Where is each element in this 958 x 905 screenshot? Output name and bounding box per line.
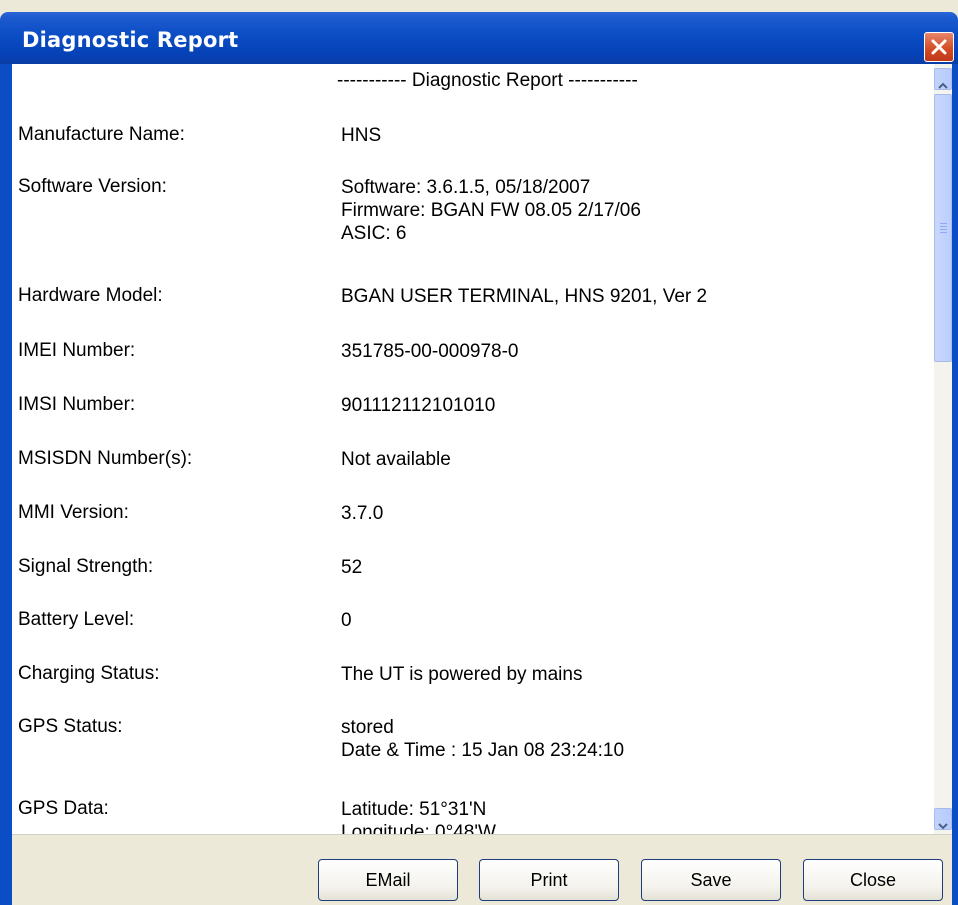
print-button[interactable]: Print — [479, 859, 619, 901]
row-label: Battery Level: — [18, 609, 135, 630]
row-label: IMSI Number: — [18, 394, 136, 415]
title-bar[interactable]: Diagnostic Report — [0, 12, 958, 64]
row-value: 901112112101010 — [341, 394, 495, 417]
close-button[interactable]: Close — [803, 859, 943, 901]
window-title: Diagnostic Report — [22, 28, 239, 52]
row-value: Not available — [341, 448, 451, 471]
thumb-grip — [940, 229, 947, 230]
scroll-down-button[interactable] — [934, 808, 952, 830]
row-value-line: 52 — [341, 557, 363, 578]
row-value-line: 0 — [341, 610, 352, 631]
report-content: ----------- Diagnostic Report ----------… — [12, 64, 934, 834]
row-label: GPS Data: — [18, 798, 109, 819]
save-button[interactable]: Save — [641, 859, 781, 901]
row-value-line: Latitude: 51°31'N — [341, 799, 487, 820]
row-value-line: Firmware: BGAN FW 08.05 2/17/06 — [341, 200, 641, 221]
scroll-up-button[interactable] — [934, 68, 952, 90]
email-button[interactable]: EMail — [318, 859, 458, 901]
row-label: GPS Status: — [18, 716, 123, 737]
row-value-line: 3.7.0 — [341, 503, 384, 524]
row-value-line: stored — [341, 717, 394, 738]
row-value: HNS — [341, 124, 381, 147]
thumb-grip — [940, 223, 947, 224]
vertical-scrollbar[interactable] — [934, 64, 952, 834]
row-label: MSISDN Number(s): — [18, 448, 193, 469]
row-label: MMI Version: — [18, 502, 129, 523]
row-value: The UT is powered by mains — [341, 663, 582, 686]
row-value-line: Date & Time : 15 Jan 08 23:24:10 — [341, 740, 625, 761]
row-value: 3.7.0 — [341, 502, 383, 525]
row-value-line: 351785-00-000978-0 — [341, 341, 519, 362]
row-value-line: Longitude: 0°48'W — [341, 822, 496, 834]
row-value-line: HNS — [341, 125, 382, 146]
row-label: Charging Status: — [18, 663, 160, 684]
row-value: BGAN USER TERMINAL, HNS 9201, Ver 2 — [341, 285, 707, 308]
button-bar: EMail Print Save Close — [12, 834, 952, 905]
row-value: 0 — [341, 609, 352, 632]
row-label: Signal Strength: — [18, 556, 154, 577]
window-frame-left — [0, 64, 12, 905]
row-value: Software: 3.6.1.5, 05/18/2007 Firmware: … — [341, 176, 641, 245]
close-icon — [930, 38, 948, 56]
row-value-line: BGAN USER TERMINAL, HNS 9201, Ver 2 — [341, 286, 708, 307]
chevron-up-icon — [938, 75, 948, 89]
row-label: Hardware Model: — [18, 285, 163, 306]
row-label: IMEI Number: — [18, 340, 136, 361]
row-value-line: ASIC: 6 — [341, 223, 407, 244]
row-label: Software Version: — [18, 176, 167, 197]
row-value: stored Date & Time : 15 Jan 08 23:24:10 — [341, 716, 624, 762]
thumb-grip — [940, 232, 947, 233]
row-value: Latitude: 51°31'N Longitude: 0°48'W — [341, 798, 496, 834]
window-close-button[interactable] — [924, 32, 954, 62]
row-value-line: The UT is powered by mains — [341, 664, 583, 685]
row-value: 52 — [341, 556, 362, 579]
row-value-line: 901112112101010 — [341, 395, 496, 416]
thumb-grip — [940, 226, 947, 227]
row-value-line: Software: 3.6.1.5, 05/18/2007 — [341, 177, 591, 198]
chevron-down-icon — [938, 815, 948, 830]
report-heading: ----------- Diagnostic Report ----------… — [337, 70, 638, 91]
window-frame-right — [952, 64, 958, 905]
scrollbar-thumb[interactable] — [934, 94, 952, 362]
row-value: 351785-00-000978-0 — [341, 340, 519, 363]
diagnostic-report-window: Diagnostic Report ----------- Diagnostic… — [0, 0, 958, 905]
row-value-line: Not available — [341, 449, 451, 470]
row-label: Manufacture Name: — [18, 124, 185, 145]
